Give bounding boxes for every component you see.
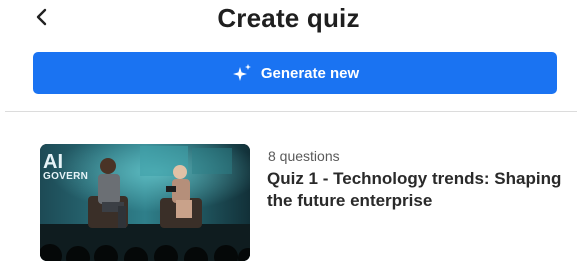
quiz-thumbnail: AI GOVERN	[40, 144, 250, 261]
thumbnail-overlay-text: AI GOVERN	[43, 151, 89, 182]
sparkles-icon	[232, 64, 251, 81]
quiz-title: Quiz 1 - Technology trends: Shaping the …	[267, 169, 562, 210]
divider	[5, 111, 577, 112]
generate-new-button[interactable]: Generate new	[33, 52, 557, 94]
question-count: 8 questions	[268, 148, 340, 164]
page-title: Create quiz	[217, 3, 360, 33]
quiz-card[interactable]: AI GOVERN 8 questions Quiz 1 - Technolog…	[40, 144, 561, 262]
header: Create quiz	[0, 0, 577, 44]
generate-new-label: Generate new	[260, 64, 360, 82]
